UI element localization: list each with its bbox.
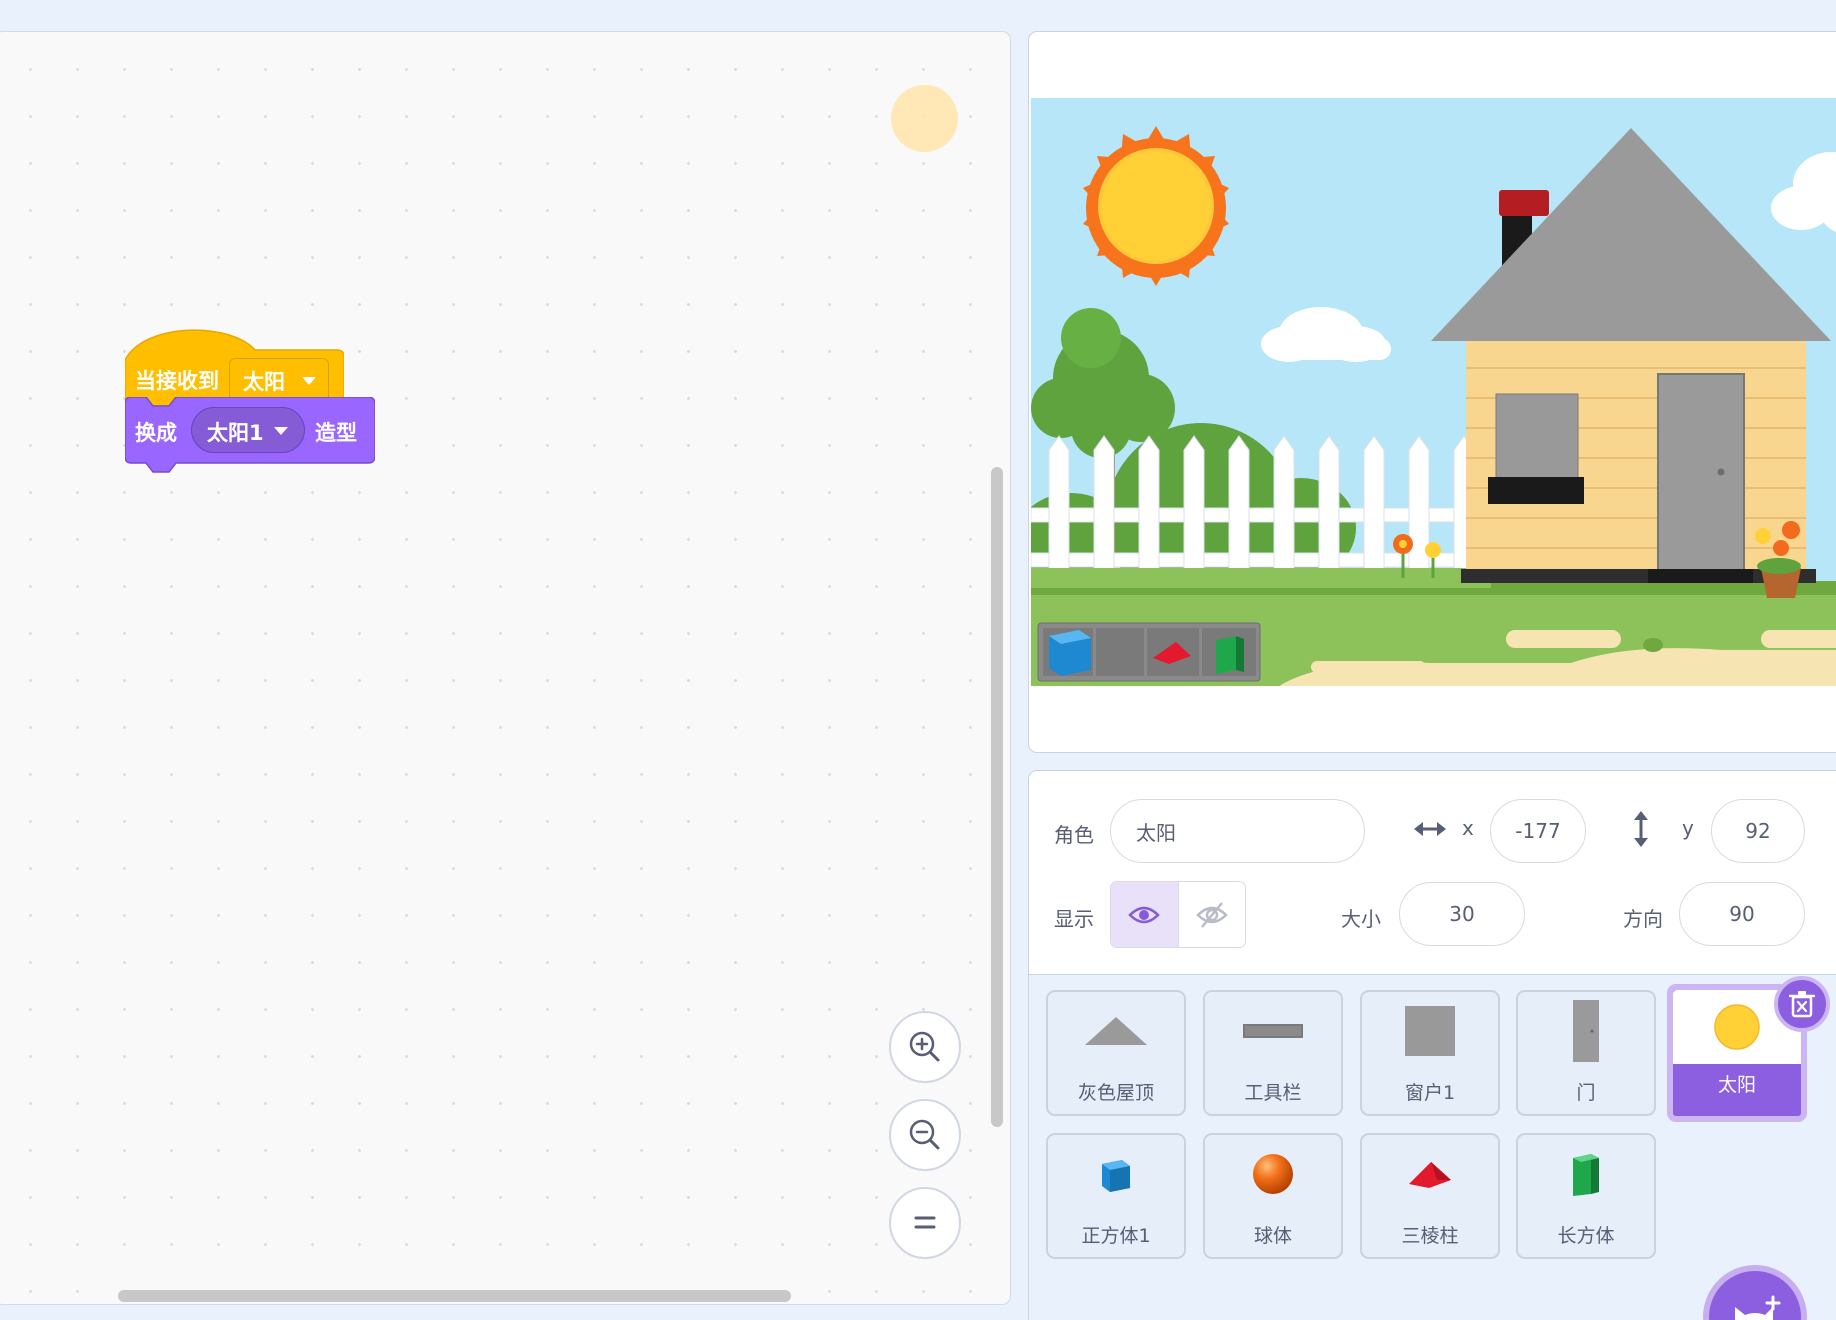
direction-label: 方向 — [1623, 907, 1663, 931]
sprite-tile[interactable]: 长方体 — [1516, 1133, 1656, 1259]
show-sprite-button[interactable] — [1111, 882, 1179, 947]
hat-block-label: 当接收到 — [135, 369, 219, 393]
costume-dropdown[interactable]: 太阳1 — [191, 407, 305, 453]
vertical-scrollbar[interactable] — [991, 467, 1003, 1127]
visibility-toggle[interactable] — [1110, 881, 1246, 948]
sprite-tile-label: 门 — [1576, 1082, 1596, 1104]
y-position-input[interactable]: 92 — [1711, 799, 1805, 863]
zoom-out-button[interactable] — [889, 1099, 961, 1171]
sprite-tile-label: 三棱柱 — [1401, 1225, 1459, 1247]
sprite-tile-label: 工具栏 — [1244, 1082, 1302, 1104]
trash-icon — [1789, 991, 1815, 1018]
x-position-value: -177 — [1515, 819, 1561, 843]
size-value: 30 — [1449, 902, 1475, 926]
sprite-tile-label: 球体 — [1253, 1225, 1292, 1247]
door-sprite[interactable] — [1657, 373, 1745, 571]
sprite-tile-label: 长方体 — [1557, 1225, 1615, 1247]
sprite-watermark — [891, 85, 958, 152]
vertical-arrows-icon — [1634, 811, 1648, 847]
horizontal-arrows-icon — [1414, 822, 1446, 836]
sprite-tile-label: 太阳 — [1717, 1074, 1756, 1096]
hide-sprite-button[interactable] — [1178, 882, 1245, 947]
zoom-in-button[interactable] — [889, 1011, 961, 1083]
sprite-tile[interactable]: 门 — [1516, 990, 1656, 1116]
stage-scene[interactable] — [1031, 98, 1836, 686]
sprite-name-value: 太阳 — [1136, 820, 1176, 845]
sprite-tile-label: 正方体1 — [1081, 1225, 1151, 1247]
size-input[interactable]: 30 — [1399, 882, 1525, 946]
sprite-name-input[interactable]: 太阳 — [1110, 799, 1365, 863]
sprite-tile-label: 窗户1 — [1404, 1082, 1456, 1104]
zoom-reset-button[interactable] — [889, 1187, 961, 1259]
toolbar-sprite[interactable] — [1037, 622, 1261, 682]
sprite-tile-label: 灰色屋顶 — [1077, 1082, 1154, 1104]
sprite-tile[interactable]: 工具栏 — [1203, 990, 1343, 1116]
direction-value: 90 — [1729, 902, 1755, 926]
window-icon — [1405, 1006, 1455, 1056]
cube-icon — [1102, 1160, 1130, 1192]
x-label: x — [1462, 816, 1474, 840]
zoom-in-icon — [909, 1031, 940, 1062]
sprite-tile[interactable]: 三棱柱 — [1360, 1133, 1500, 1259]
sprite-name-label: 角色 — [1054, 823, 1094, 847]
sprite-tile[interactable]: 窗户1 — [1360, 990, 1500, 1116]
sprite-tile[interactable]: 正方体1 — [1046, 1133, 1186, 1259]
show-label: 显示 — [1054, 907, 1094, 931]
y-position-value: 92 — [1745, 819, 1771, 843]
sprite-tile[interactable]: 灰色屋顶 — [1046, 990, 1186, 1116]
zoom-reset-icon — [914, 1216, 936, 1229]
gray-roof-icon — [1085, 1017, 1147, 1045]
delete-sprite-button[interactable] — [1774, 976, 1830, 1032]
toolbar-icon — [1243, 1024, 1303, 1038]
costume-dropdown-value: 太阳1 — [207, 421, 264, 445]
direction-input[interactable]: 90 — [1679, 882, 1805, 946]
x-position-input[interactable]: -177 — [1490, 799, 1586, 863]
window-sprite[interactable] — [1495, 393, 1579, 480]
code-area[interactable]: 当接收到 太阳 换成 太阳1 造型 — [0, 31, 1011, 1305]
horizontal-scrollbar[interactable] — [118, 1290, 791, 1302]
prism-icon — [1409, 1162, 1451, 1188]
stage[interactable] — [1028, 31, 1836, 753]
size-label: 大小 — [1341, 907, 1381, 931]
cuboid-icon — [1573, 1154, 1599, 1196]
sphere-icon — [1253, 1154, 1293, 1194]
sun-icon — [1714, 1004, 1760, 1050]
costume-block-label: 换成 — [135, 421, 177, 445]
eye-icon — [1128, 906, 1161, 923]
grass — [1031, 568, 1491, 588]
chevron-down-icon — [274, 427, 288, 435]
sprite-tile[interactable]: 球体 — [1203, 1133, 1343, 1259]
y-label: y — [1682, 816, 1694, 840]
door-icon — [1573, 1000, 1599, 1062]
message-dropdown-value: 太阳 — [243, 370, 285, 394]
zoom-out-icon — [909, 1119, 940, 1150]
cat-plus-icon — [1735, 1295, 1781, 1320]
eye-slash-icon — [1195, 901, 1228, 928]
switch-costume-block[interactable]: 换成 太阳1 造型 — [125, 397, 375, 479]
sprite-info-panel: 角色 太阳 x -177 y 92 显示 大小 30 方向 90 — [1028, 770, 1836, 975]
chevron-down-icon — [302, 377, 316, 385]
costume-block-suffix: 造型 — [315, 421, 357, 445]
